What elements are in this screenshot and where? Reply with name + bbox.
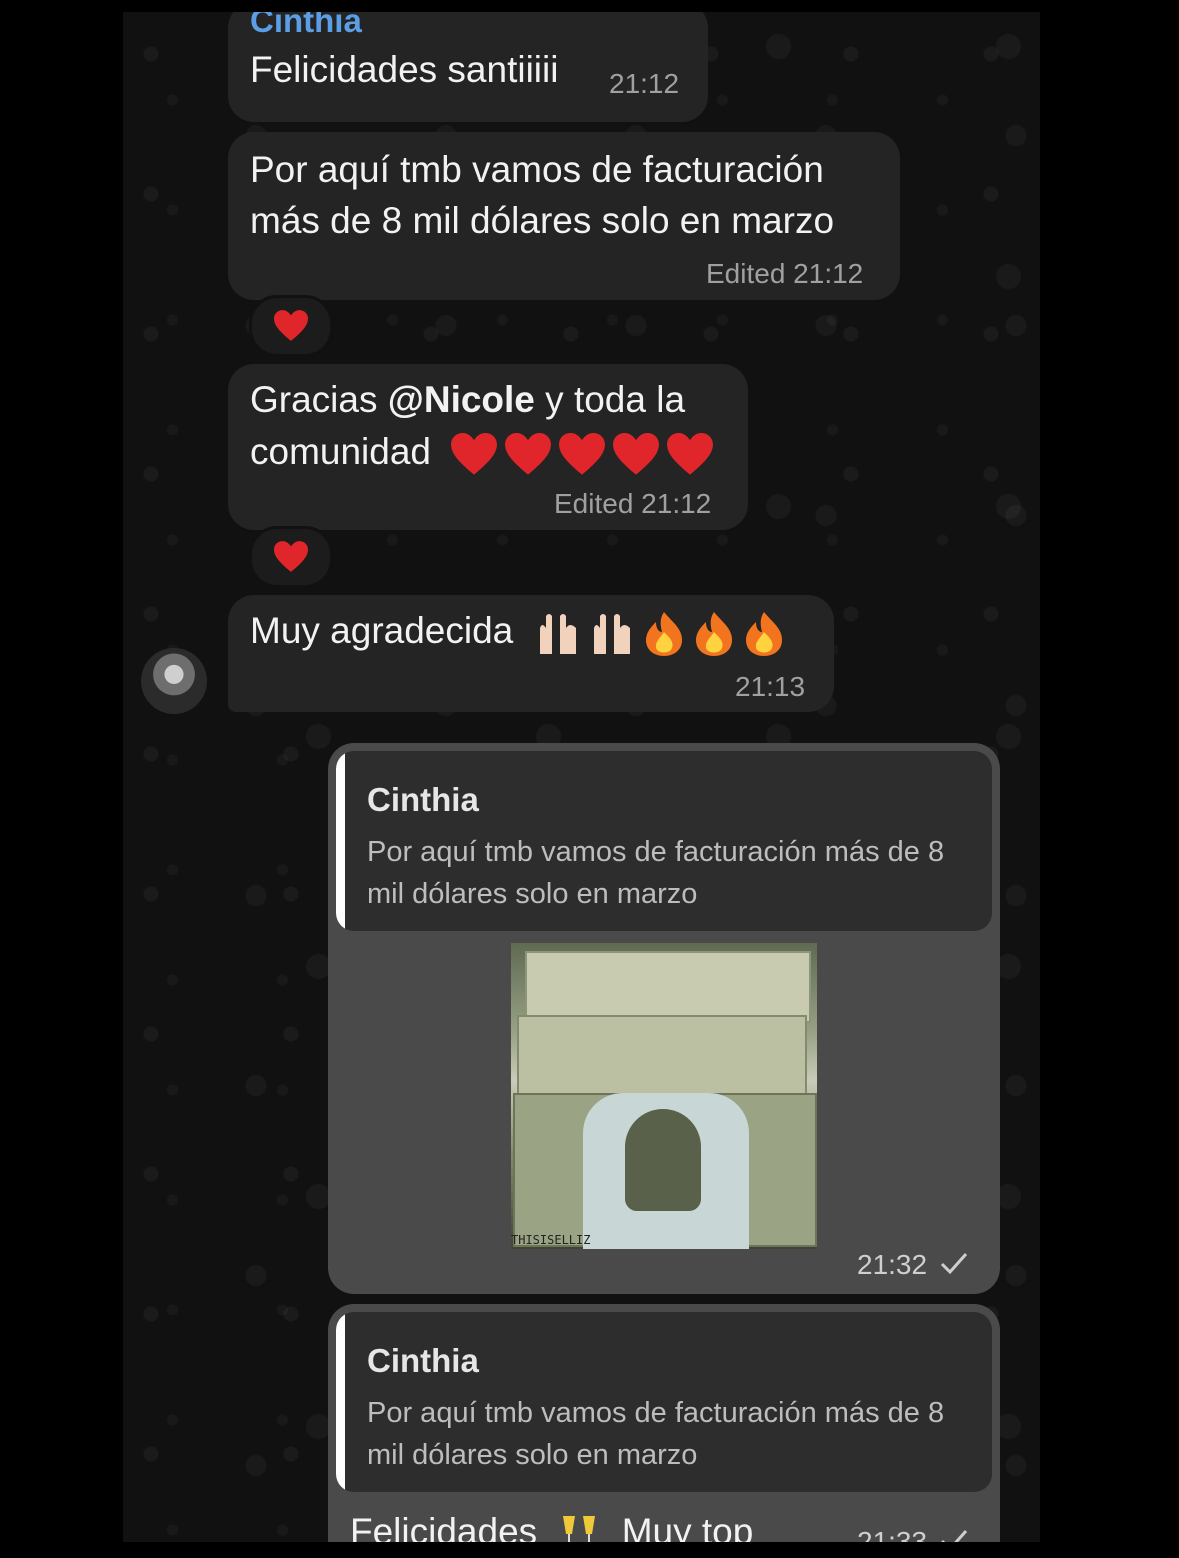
sender-name[interactable]: Cinthia xyxy=(250,12,362,40)
raising-hands-icon xyxy=(539,614,576,655)
message-text: Felicidades Muy top xyxy=(350,1506,753,1542)
hearts-row xyxy=(451,432,714,476)
text: Felicidades xyxy=(350,1511,538,1542)
outgoing-message-bubble[interactable]: Cinthia Por aquí tmb vamos de facturació… xyxy=(328,1304,1000,1542)
red-heart-icon xyxy=(559,432,606,475)
reply-quote[interactable]: Cinthia Por aquí tmb vamos de facturació… xyxy=(336,751,992,931)
emoji-row xyxy=(534,610,786,657)
reaction-chip[interactable] xyxy=(249,295,333,357)
message-time: 21:13 xyxy=(735,671,806,702)
message-time: 21:32 xyxy=(857,1249,928,1280)
money-gif[interactable]: THISISELLIZ xyxy=(511,943,817,1249)
text-suffix: y toda la xyxy=(534,379,686,420)
chat-area[interactable]: Cinthia Felicidades santiiiii 21:12 Por … xyxy=(123,12,1040,1542)
message-time: 21:33 xyxy=(857,1526,928,1542)
quote-bar xyxy=(336,1312,345,1492)
message-bubble[interactable]: Por aquí tmb vamos de facturación más de… xyxy=(228,132,900,300)
text-line2: comunidad xyxy=(250,431,432,472)
sent-check-icon xyxy=(940,1253,968,1275)
bill-2 xyxy=(517,1015,807,1095)
message-text-line1: Por aquí tmb vamos de facturación xyxy=(250,149,824,190)
message-text-line2: comunidad xyxy=(250,426,714,477)
message-bubble[interactable]: Muy agradecida 21:13 xyxy=(228,595,834,712)
reply-text: Por aquí tmb vamos de facturación más de… xyxy=(367,836,945,910)
red-heart-icon xyxy=(274,541,308,572)
mention-link[interactable]: @Nicole xyxy=(388,379,535,420)
message-time: 21:12 xyxy=(609,68,680,99)
fire-icon xyxy=(745,612,782,657)
quote-bar xyxy=(336,751,345,931)
message-time: Edited 21:12 xyxy=(554,488,712,519)
reply-sender: Cinthia xyxy=(367,1342,479,1379)
fire-icon xyxy=(645,612,682,657)
message-text: Felicidades santiiiii xyxy=(250,49,559,90)
avatar[interactable] xyxy=(141,648,207,714)
message-bubble[interactable]: Gracias @Nicole y toda la comunidad Edit… xyxy=(228,364,748,530)
reaction-chip[interactable] xyxy=(249,526,333,588)
red-heart-icon xyxy=(667,432,714,475)
portrait xyxy=(625,1109,701,1211)
gif-caption: THISISELLIZ xyxy=(511,1233,591,1247)
reply-sender: Cinthia xyxy=(367,781,479,818)
message-bubble[interactable]: Cinthia Felicidades santiiiii 21:12 xyxy=(228,12,708,122)
raising-hands-icon xyxy=(593,614,630,655)
red-heart-icon xyxy=(505,432,552,475)
reply-text: Por aquí tmb vamos de facturación más de… xyxy=(367,1397,945,1471)
message-time: Edited 21:12 xyxy=(706,258,864,289)
text-after: Muy top xyxy=(621,1511,754,1542)
message-text: Muy agradecida xyxy=(250,605,786,657)
text: Muy agradecida xyxy=(250,610,514,651)
message-text-line1: Gracias @Nicole y toda la xyxy=(250,374,685,425)
red-heart-icon xyxy=(613,432,660,475)
reply-quote[interactable]: Cinthia Por aquí tmb vamos de facturació… xyxy=(336,1312,992,1492)
text-prefix: Gracias xyxy=(250,379,388,420)
sent-check-icon xyxy=(941,1530,968,1542)
red-heart-icon xyxy=(451,432,498,475)
clinking-glasses-icon xyxy=(563,1516,596,1542)
outgoing-message-bubble[interactable]: Cinthia Por aquí tmb vamos de facturació… xyxy=(328,743,1000,1294)
red-heart-icon xyxy=(274,310,308,341)
fire-icon xyxy=(695,612,732,657)
bill-1 xyxy=(525,951,811,1023)
message-text-line2: más de 8 mil dólares solo en marzo xyxy=(250,200,835,241)
